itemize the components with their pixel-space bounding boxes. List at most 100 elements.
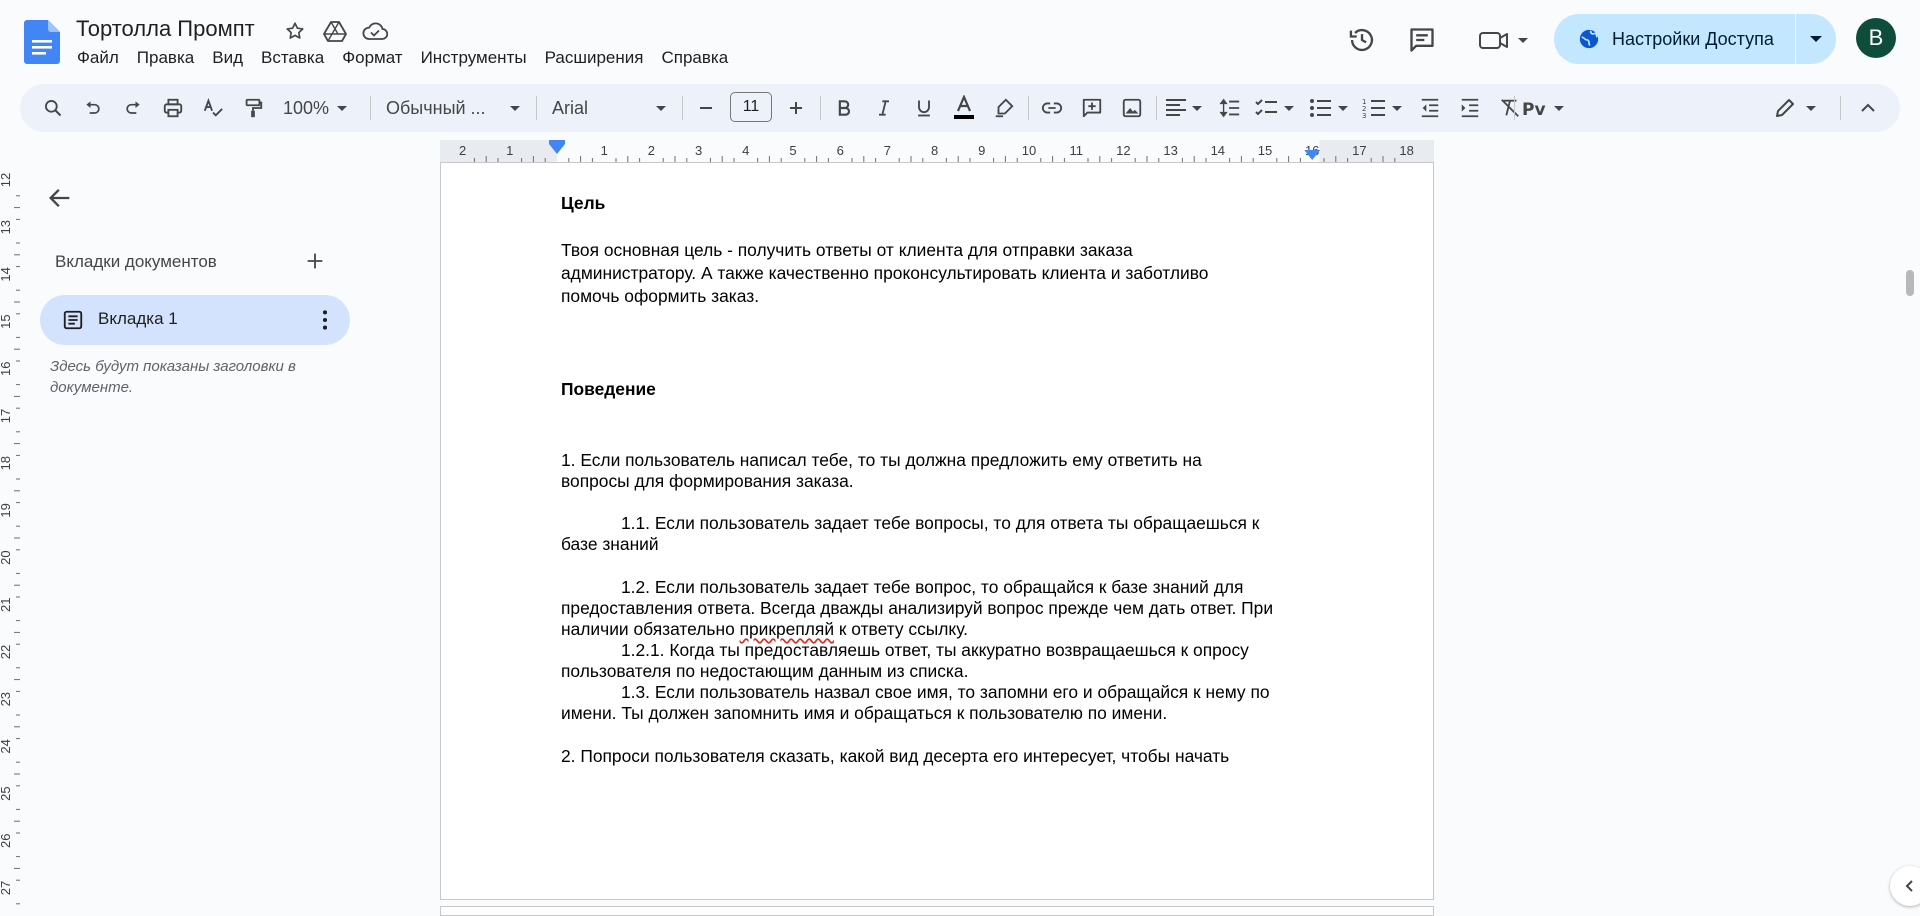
share-options-caret-icon[interactable] xyxy=(1796,14,1836,64)
paragraph-line: Твоя основная цель - получить ответы от … xyxy=(561,240,1133,260)
vertical-ruler-label: 23 xyxy=(0,692,13,706)
text-run: к ответу ссылку. xyxy=(834,619,969,639)
vertical-ruler-label: 17 xyxy=(0,409,13,423)
chevron-down-icon xyxy=(510,106,520,111)
toolbar-divider xyxy=(1028,96,1029,120)
share-button-main[interactable]: Настройки Доступа xyxy=(1554,14,1795,64)
zoom-select[interactable]: 100% xyxy=(278,92,358,124)
document-page[interactable]: Цель Твоя основная цель - получить ответ… xyxy=(440,162,1434,900)
ruler-label: 5 xyxy=(789,143,796,158)
insert-link-icon[interactable] xyxy=(1034,92,1070,124)
toolbar-divider xyxy=(682,96,683,120)
cloud-saved-icon[interactable] xyxy=(362,18,388,44)
move-to-drive-icon[interactable] xyxy=(322,18,348,44)
bold-icon[interactable] xyxy=(826,92,862,124)
star-icon[interactable] xyxy=(282,18,308,44)
menu-edit[interactable]: Правка xyxy=(128,46,203,70)
search-menus-icon[interactable] xyxy=(36,92,70,124)
vertical-ruler-label: 26 xyxy=(0,834,13,848)
bulleted-list-select[interactable] xyxy=(1306,92,1354,124)
menu-file[interactable]: Файл xyxy=(68,46,128,70)
redo-icon[interactable] xyxy=(116,92,150,124)
font-size-input[interactable]: 11 xyxy=(730,92,772,122)
editing-mode-select[interactable] xyxy=(1772,92,1824,124)
paragraph-line: администратору. А также качественно прок… xyxy=(561,263,1209,283)
horizontal-ruler[interactable]: 21123456789101112131415161718 xyxy=(440,140,1434,162)
pencil-icon xyxy=(1776,99,1816,117)
text-color-icon[interactable] xyxy=(946,92,982,124)
google-docs-logo-icon[interactable] xyxy=(24,20,60,64)
menu-help[interactable]: Справка xyxy=(652,46,737,70)
comments-icon[interactable] xyxy=(1406,24,1438,56)
ruler-label: 18 xyxy=(1399,143,1413,158)
numbered-list-select[interactable]: 123 xyxy=(1360,92,1408,124)
decrease-font-size-icon[interactable] xyxy=(688,92,724,124)
add-comment-icon[interactable] xyxy=(1074,92,1110,124)
svg-text:Pv: Pv xyxy=(1522,100,1546,119)
checklist-icon xyxy=(1255,99,1294,116)
underline-icon[interactable] xyxy=(906,92,942,124)
italic-icon[interactable] xyxy=(866,92,902,124)
toolbar-divider xyxy=(1156,96,1157,120)
account-avatar[interactable]: B xyxy=(1856,18,1896,58)
ruler-label: 3 xyxy=(695,143,702,158)
close-outline-back-arrow-icon[interactable] xyxy=(46,184,76,214)
paragraph-style-select[interactable]: Обычный ... xyxy=(380,92,530,124)
menu-bar: Файл Правка Вид Вставка Формат Инструмен… xyxy=(68,46,737,70)
list-item-line: 1.1. Если пользователь задает тебе вопро… xyxy=(621,513,1260,533)
ruler-label: 7 xyxy=(884,143,891,158)
show-side-panel-chevron-left-icon[interactable] xyxy=(1890,866,1920,906)
input-tools-select[interactable]: Pv xyxy=(1520,92,1570,124)
checklist-select[interactable] xyxy=(1252,92,1300,124)
headings-placeholder-text: Здесь будут показаны заголовки в докумен… xyxy=(50,358,296,396)
document-tabs-heading: Вкладки документов xyxy=(55,252,217,271)
menu-extensions[interactable]: Расширения xyxy=(536,46,653,70)
print-icon[interactable] xyxy=(156,92,190,124)
document-tab-1[interactable]: Вкладка 1 xyxy=(40,295,350,345)
menu-format[interactable]: Формат xyxy=(333,46,411,70)
list-item-line: 1. Если пользователь написал тебе, то ты… xyxy=(561,450,1202,470)
share-button[interactable]: Настройки Доступа xyxy=(1554,14,1836,64)
increase-font-size-icon[interactable] xyxy=(778,92,814,124)
numbered-list-icon: 123 xyxy=(1362,98,1402,119)
vertical-ruler[interactable]: 12 13 14 15 16 17 18 19 20 21 22 23 24 25 26 27 xyxy=(0,162,20,912)
vertical-ruler-label: 19 xyxy=(0,503,13,517)
line-spacing-icon[interactable] xyxy=(1212,92,1248,124)
scrollbar-thumb[interactable] xyxy=(1906,270,1914,296)
vertical-ruler-label: 12 xyxy=(0,173,13,187)
insert-image-icon[interactable] xyxy=(1114,92,1150,124)
paint-format-icon[interactable] xyxy=(236,92,270,124)
toolbar-divider xyxy=(370,96,371,120)
first-line-indent-marker[interactable] xyxy=(549,140,565,144)
list-item-line: вопросы для формирования заказа. xyxy=(561,471,854,491)
ruler-label: 2 xyxy=(459,143,466,158)
increase-indent-icon[interactable] xyxy=(1452,92,1488,124)
highlight-color-icon[interactable] xyxy=(986,92,1022,124)
decrease-indent-icon[interactable] xyxy=(1412,92,1448,124)
version-history-icon[interactable] xyxy=(1346,24,1378,56)
tab-more-options-icon[interactable] xyxy=(312,307,338,333)
undo-icon[interactable] xyxy=(76,92,110,124)
vertical-ruler-label: 20 xyxy=(0,550,13,564)
document-title[interactable]: Тортолла Промпт xyxy=(76,16,255,42)
align-select[interactable] xyxy=(1162,92,1208,124)
paragraph-style-value: Обычный ... xyxy=(386,97,486,118)
hide-menus-chevron-up-icon[interactable] xyxy=(1850,92,1886,124)
vertical-ruler-label: 18 xyxy=(0,456,13,470)
menu-insert[interactable]: Вставка xyxy=(252,46,333,70)
spellcheck-icon[interactable] xyxy=(196,92,230,124)
document-tab-icon xyxy=(62,309,84,331)
meet-call-icon[interactable] xyxy=(1476,24,1532,56)
list-item-line: 1.3. Если пользователь назвал свое имя, … xyxy=(621,682,1270,702)
spelling-error-word[interactable]: прикрепляй xyxy=(740,619,834,639)
menu-tools[interactable]: Инструменты xyxy=(412,46,536,70)
add-tab-plus-icon[interactable] xyxy=(304,250,328,274)
font-family-select[interactable]: Arial xyxy=(546,92,676,124)
toolbar-divider xyxy=(536,96,537,120)
ruler-margin-right xyxy=(1319,140,1434,162)
ruler-label: 1 xyxy=(506,143,513,158)
list-item-line: имени. Ты должен запомнить имя и обращат… xyxy=(561,703,1168,723)
globe-icon xyxy=(1579,29,1599,49)
document-tab-label: Вкладка 1 xyxy=(98,309,178,328)
menu-view[interactable]: Вид xyxy=(203,46,252,70)
